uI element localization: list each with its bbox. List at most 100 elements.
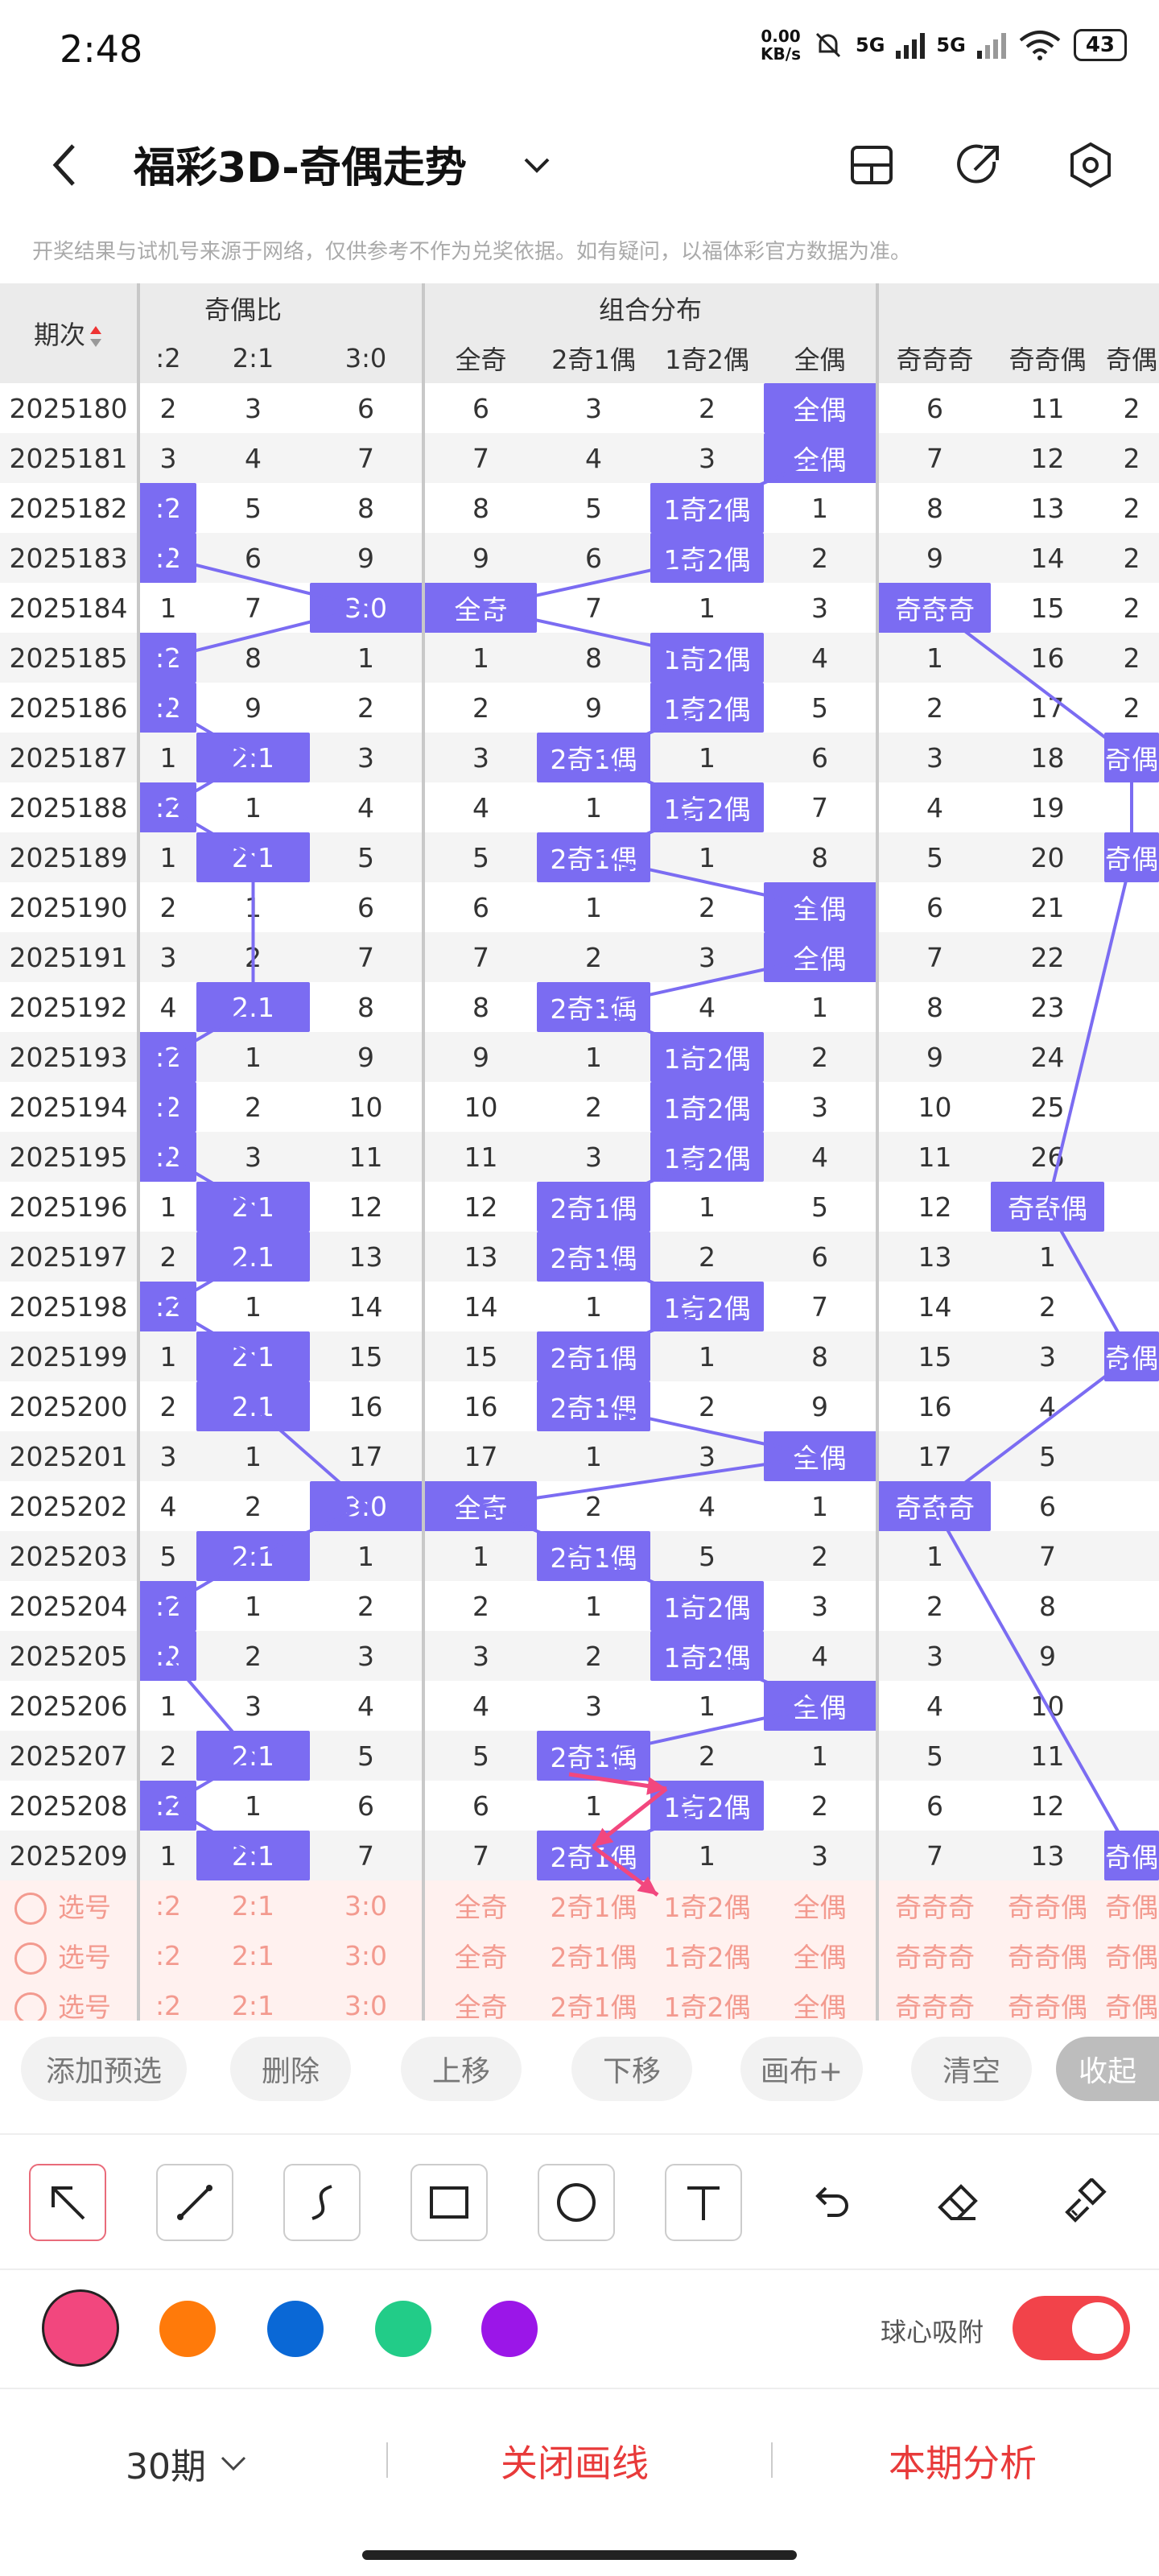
pick-option-cell[interactable]: 3:0 bbox=[310, 1930, 423, 1980]
arrow-tool-button[interactable] bbox=[29, 2164, 106, 2241]
miss-count-cell: 1 bbox=[764, 982, 877, 1032]
pick-option-cell[interactable]: 2奇1偶 bbox=[537, 1980, 650, 2021]
miss-count-cell: 13 bbox=[422, 1232, 537, 1282]
miss-count-cell: 3 bbox=[138, 1431, 196, 1481]
pick-option-cell[interactable]: :2 bbox=[138, 1880, 196, 1930]
pick-option-cell[interactable]: 全偶 bbox=[764, 1980, 877, 2021]
pick-option-cell[interactable]: 全偶 bbox=[764, 1930, 877, 1980]
undo-button[interactable] bbox=[792, 2164, 869, 2241]
miss-count-cell bbox=[1104, 1182, 1159, 1232]
current-period-analysis-button[interactable]: 本期分析 bbox=[889, 2434, 1037, 2487]
miss-count-cell: 1 bbox=[764, 1481, 877, 1531]
move-down-button[interactable]: 下移 bbox=[571, 2037, 692, 2101]
layout-button[interactable] bbox=[843, 137, 900, 193]
settings-button[interactable] bbox=[1062, 137, 1119, 193]
hit-cell: 2奇1偶 bbox=[537, 1232, 650, 1282]
clear-button[interactable]: 清空 bbox=[911, 2037, 1032, 2101]
pick-option-cell[interactable]: 奇偶 bbox=[1104, 1880, 1159, 1930]
pick-radio-icon[interactable] bbox=[14, 1942, 47, 1975]
trend-table-container[interactable]: 期次 奇偶比 组合分布 :2 2:1 3:0 全奇 2奇1偶 1奇2偶 全偶 奇奇奇 奇奇偶 奇偶… bbox=[0, 283, 1159, 2021]
pick-option-cell[interactable]: 奇奇奇 bbox=[876, 1980, 991, 2021]
miss-count-cell: 5 bbox=[310, 832, 423, 882]
hit-cell: 奇奇奇 bbox=[876, 1481, 991, 1531]
pick-option-cell[interactable]: 1奇2偶 bbox=[650, 1880, 764, 1930]
hit-cell: 3:0 bbox=[310, 583, 423, 633]
snap-toggle[interactable] bbox=[1013, 2296, 1130, 2360]
hit-cell: 奇偶 bbox=[1104, 1331, 1159, 1381]
line-tool-button[interactable] bbox=[156, 2164, 233, 2241]
pick-option-cell[interactable]: 全奇 bbox=[422, 1880, 537, 1930]
pick-row-label[interactable]: 选号 bbox=[0, 1880, 140, 1930]
miss-count-cell: 26 bbox=[991, 1132, 1104, 1182]
pick-option-cell[interactable]: :2 bbox=[138, 1930, 196, 1980]
pick-option-cell[interactable]: 奇奇偶 bbox=[991, 1880, 1104, 1930]
move-up-button[interactable]: 上移 bbox=[401, 2037, 522, 2101]
pick-row-label[interactable]: 选号 bbox=[0, 1930, 140, 1980]
color-swatch-orange[interactable] bbox=[159, 2301, 216, 2357]
miss-count-cell: 17 bbox=[422, 1431, 537, 1481]
circle-tool-button[interactable] bbox=[538, 2164, 615, 2241]
color-swatch-pink[interactable] bbox=[42, 2289, 119, 2367]
net-rate-unit: KB/s bbox=[761, 44, 801, 64]
pick-radio-icon[interactable] bbox=[14, 1893, 47, 1926]
miss-count-cell: 2 bbox=[537, 932, 650, 982]
curve-tool-button[interactable] bbox=[283, 2164, 361, 2241]
period-header[interactable]: 期次 bbox=[0, 283, 140, 383]
color-swatch-purple[interactable] bbox=[481, 2301, 538, 2357]
pick-option-cell[interactable]: 奇奇偶 bbox=[991, 1930, 1104, 1980]
clear-brush-button[interactable] bbox=[1046, 2164, 1124, 2241]
pick-option-cell[interactable]: 奇偶 bbox=[1104, 1930, 1159, 1980]
hit-cell: 2:1 bbox=[196, 982, 310, 1032]
pick-row[interactable]: 选号:2 2:1 3:0 全奇 2奇1偶 1奇2偶 全偶 奇奇奇 奇奇偶 奇偶 bbox=[0, 1980, 1159, 2021]
miss-count-cell: 4 bbox=[876, 782, 991, 832]
miss-count-cell: 5 bbox=[764, 683, 877, 733]
miss-count-cell: 15 bbox=[422, 1331, 537, 1381]
text-tool-button[interactable] bbox=[665, 2164, 742, 2241]
delete-button[interactable]: 删除 bbox=[230, 2037, 351, 2101]
pick-option-cell[interactable]: 2:1 bbox=[196, 1980, 310, 2021]
eraser-button[interactable] bbox=[919, 2164, 996, 2241]
back-button[interactable] bbox=[37, 137, 93, 193]
pick-option-cell[interactable]: 3:0 bbox=[310, 1980, 423, 2021]
pick-row[interactable]: 选号:2 2:1 3:0 全奇 2奇1偶 1奇2偶 全偶 奇奇奇 奇奇偶 奇偶 bbox=[0, 1930, 1159, 1980]
miss-count-cell: 10 bbox=[991, 1681, 1104, 1731]
color-swatch-green[interactable] bbox=[375, 2301, 431, 2357]
pick-option-cell[interactable]: 1奇2偶 bbox=[650, 1930, 764, 1980]
pick-option-cell[interactable]: 3:0 bbox=[310, 1880, 423, 1930]
pick-option-cell[interactable]: 1奇2偶 bbox=[650, 1980, 764, 2021]
pick-option-cell[interactable]: 奇偶 bbox=[1104, 1980, 1159, 2021]
period-cell: 2025190 bbox=[0, 882, 140, 932]
hit-cell: 1奇2偶 bbox=[650, 1581, 764, 1631]
pick-radio-icon[interactable] bbox=[14, 1992, 47, 2021]
pick-row[interactable]: 选号:2 2:1 3:0 全奇 2奇1偶 1奇2偶 全偶 奇奇奇 奇奇偶 奇偶 bbox=[0, 1880, 1159, 1930]
title-dropdown-button[interactable] bbox=[509, 137, 565, 193]
miss-count-cell: 21 bbox=[991, 882, 1104, 932]
color-swatch-blue[interactable] bbox=[267, 2301, 324, 2357]
miss-count-cell: 6 bbox=[764, 1232, 877, 1282]
miss-count-cell: 1 bbox=[537, 1431, 650, 1481]
pick-option-cell[interactable]: :2 bbox=[138, 1980, 196, 2021]
hit-cell: 1奇2偶 bbox=[650, 483, 764, 533]
miss-count-cell: 1 bbox=[422, 1531, 537, 1581]
pick-option-cell[interactable]: 全奇 bbox=[422, 1930, 537, 1980]
hit-cell: :2 bbox=[138, 633, 196, 683]
pick-option-cell[interactable]: 奇奇偶 bbox=[991, 1980, 1104, 2021]
pick-option-cell[interactable]: 奇奇奇 bbox=[876, 1880, 991, 1930]
pick-option-cell[interactable]: 2奇1偶 bbox=[537, 1880, 650, 1930]
pick-row-label[interactable]: 选号 bbox=[0, 1980, 140, 2021]
pick-option-cell[interactable]: 2奇1偶 bbox=[537, 1930, 650, 1980]
add-preselect-button[interactable]: 添加预选 bbox=[21, 2037, 187, 2101]
close-drawing-lines-button[interactable]: 关闭画线 bbox=[501, 2434, 649, 2487]
pick-option-cell[interactable]: 全偶 bbox=[764, 1880, 877, 1930]
miss-count-cell: 3 bbox=[650, 932, 764, 982]
period-count-select[interactable]: 30期 bbox=[126, 2438, 250, 2489]
share-button[interactable] bbox=[951, 137, 1008, 193]
pick-option-cell[interactable]: 2:1 bbox=[196, 1930, 310, 1980]
rectangle-tool-button[interactable] bbox=[410, 2164, 488, 2241]
canvas-plus-button[interactable]: 画布+ bbox=[740, 2037, 863, 2101]
pick-option-cell[interactable]: 奇奇奇 bbox=[876, 1930, 991, 1980]
pick-option-cell[interactable]: 全奇 bbox=[422, 1980, 537, 2021]
hit-cell: :2 bbox=[138, 1132, 196, 1182]
collapse-button[interactable]: 收起 bbox=[1056, 2037, 1159, 2101]
pick-option-cell[interactable]: 2:1 bbox=[196, 1880, 310, 1930]
